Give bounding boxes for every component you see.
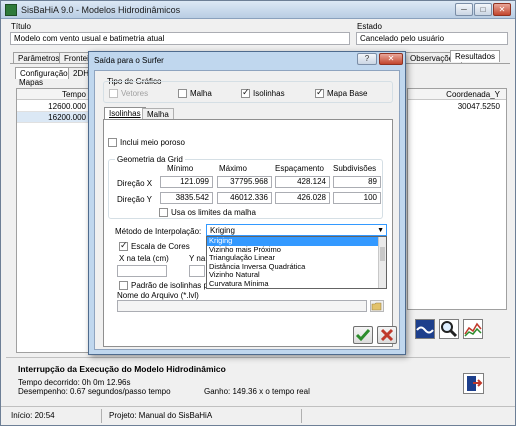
metodo-select[interactable]: Kriging ▼ [206,224,387,236]
direcao-x-label: Direção X [117,179,153,188]
col-coord-y: Coordenada_Y [446,90,500,99]
col-minimo: Mínimo [167,164,194,173]
window-title: SisBaHiA 9.0 - Modelos Hidrodinâmicos [21,5,181,15]
magnifier-icon [441,321,458,338]
chart-icon [464,322,482,337]
col-subdivisoes: Subdivisões [333,164,377,173]
meio-poroso-checkbox[interactable] [108,138,117,147]
status-separator [101,409,102,423]
chevron-down-icon: ▼ [377,227,384,234]
dialog-close-button[interactable]: ✕ [379,53,403,65]
x-na-tela-label: X na tela (cm) [119,254,169,263]
mapa-base-checkbox[interactable] [315,87,324,98]
tempo-cell: 12600.000 [48,102,86,111]
mapas-label: Mapas [19,78,44,87]
col-espacamento: Espaçamento [275,164,324,173]
maximize-button[interactable]: □ [474,3,492,16]
coord-y-cell: 30047.5250 [457,102,500,111]
col-maximo: Máximo [219,164,248,173]
direcao-y-sub[interactable]: 100 [333,192,381,204]
run-panel: Interrupção da Execução do Modelo Hidrod… [6,357,510,404]
titulo-label: Título [11,22,32,31]
table-row[interactable]: 30047.5250 [408,101,506,112]
status-bar: Início: 20:54 Projeto: Manual do SisBaHi… [1,406,515,425]
desempenho: Desempenho: 0.67 segundos/passo tempo [18,387,171,396]
isolinhas-checkbox[interactable] [241,87,250,98]
cancel-button[interactable] [377,326,397,344]
usa-limites-checkbox[interactable] [159,208,168,217]
table-row[interactable]: 16200.000 [17,112,90,123]
vetores-checkbox[interactable] [109,89,118,98]
mapas-right-panel: Coordenada_Y 30047.5250 [407,88,507,310]
direcao-y-min[interactable]: 3835.542 [160,192,213,204]
estado-label: Estado [357,22,382,31]
status-inicio: Início: 20:54 [11,411,55,420]
nome-arquivo-input[interactable] [117,300,367,312]
metodo-option[interactable]: Curvatura Mínima [207,279,386,289]
direcao-y-label: Direção Y [117,195,152,204]
estado-field: Cancelado pelo usuário [356,32,508,45]
direcao-y-max[interactable]: 46012.336 [217,192,272,204]
direcao-x-min[interactable]: 121.099 [160,176,213,188]
check-icon [355,329,371,342]
wave-button[interactable] [415,319,435,339]
ok-button[interactable] [353,326,373,344]
table-header: Coordenada_Y [408,89,506,100]
direcao-y-esp[interactable]: 426.028 [275,192,330,204]
ganho: Ganho: 149.36 x o tempo real [204,387,310,396]
dropdown-scrollbar[interactable] [378,237,386,288]
metodo-value: Kriging [210,226,235,235]
vetores-label: Vetores [121,89,149,98]
table-row[interactable]: 12600.000 [17,101,90,112]
dialog-title: Saída para o Surfer [94,56,164,65]
run-title: Interrupção da Execução do Modelo Hidrod… [18,364,226,374]
scrollbar-thumb[interactable] [380,247,385,261]
status-separator [301,409,302,423]
direcao-x-esp[interactable]: 428.124 [275,176,330,188]
metodo-label: Método de Interpolação: [115,227,202,236]
zoom-button[interactable] [439,319,459,339]
malha-checkbox[interactable] [178,89,187,98]
escala-cores-label: Escala de Cores [131,242,190,251]
tempo-decorrido: Tempo decorrido: 0h 0m 12.96s [18,378,131,387]
tempo-cell: 16200.000 [48,113,86,122]
app-icon [5,4,17,16]
plot-button[interactable] [463,319,483,339]
padrao-isolinhas-checkbox[interactable] [119,281,128,290]
folder-icon [371,302,382,311]
nome-arquivo-label: Nome do Arquivo (*.lvl) [117,291,199,300]
minimize-button[interactable]: ─ [455,3,473,16]
escala-cores-checkbox[interactable] [119,240,128,251]
close-button[interactable]: ✕ [493,3,511,16]
metodo-dropdown-list: Kriging Vizinho mais Próximo Triangulaçã… [206,236,387,289]
help-button[interactable]: ? [357,53,377,65]
tab-isolinhas[interactable]: Isolinhas [104,107,146,119]
status-projeto: Projeto: Manual do SisBaHiA [109,411,213,420]
title-bar[interactable]: SisBaHiA 9.0 - Modelos Hidrodinâmicos ─ … [1,1,515,19]
wave-icon [416,320,434,338]
direcao-x-sub[interactable]: 89 [333,176,381,188]
geometria-label: Geometria da Grid [115,155,185,164]
table-header: Tempo [17,89,90,100]
surfer-dialog: Saída para o Surfer ? ✕ Tipo de Gráfico … [88,51,406,355]
direcao-x-max[interactable]: 37795.968 [217,176,272,188]
x-na-tela-input[interactable] [117,265,167,277]
mapas-left-panel: Tempo 12600.000 16200.000 [16,88,91,353]
tab-resultados[interactable]: Resultados [450,50,501,62]
cross-icon [380,328,394,342]
usa-limites-label: Usa os limites da malha [171,208,256,217]
exit-icon [467,376,483,391]
malha-label: Malha [190,89,212,98]
browse-button[interactable] [370,300,384,312]
stop-button[interactable] [463,373,484,394]
y-na-tela-input[interactable] [189,265,205,277]
meio-poroso-label: Inclui meio poroso [120,138,185,147]
mapa-base-label: Mapa Base [327,89,368,98]
col-tempo: Tempo [61,90,86,99]
dialog-body: Tipo de Gráfico Vetores Malha Isolinhas … [94,70,400,350]
isolinhas-label: Isolinhas [253,89,285,98]
titulo-field[interactable]: Modelo com vento usual e batimetria atua… [10,32,350,45]
